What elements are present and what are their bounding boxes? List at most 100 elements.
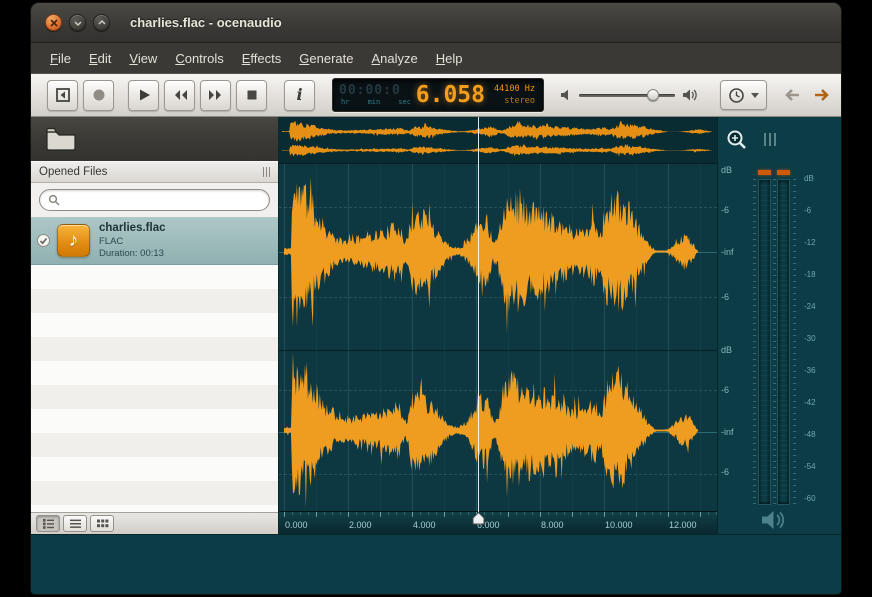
window-title: charlies.flac - ocenaudio (130, 15, 282, 30)
zoom-button[interactable] (725, 128, 749, 157)
window-controls (45, 14, 110, 31)
wave-scale-label: -inf (721, 247, 734, 257)
forward-arrow-icon (813, 88, 831, 102)
waveform-view[interactable] (279, 164, 717, 511)
time-display-left: 00:00:0 hr min sec (339, 81, 413, 109)
search-input[interactable] (65, 194, 261, 206)
wave-scale-label: -6 (721, 385, 729, 395)
view-list-button[interactable] (63, 515, 87, 532)
sidebar-view-toolbar (31, 512, 278, 534)
monitor-toggle[interactable] (760, 509, 788, 536)
meter-panel: dB -6 -inf -6 dB -6 -inf -6 dB -6 -12 -1… (717, 117, 841, 534)
ruler-label: 8.000 (541, 520, 564, 530)
menu-view[interactable]: View (120, 46, 166, 71)
time-format-button[interactable] (720, 80, 767, 110)
time-display: 00:00:0 hr min sec 6.058 44100 Hz stereo (332, 78, 544, 112)
wave-scale-label: -6 (721, 205, 729, 215)
record-button[interactable] (83, 80, 114, 111)
meter-scale-label: dB (804, 174, 814, 183)
unit-min: min (368, 98, 381, 106)
zoom-in-icon (725, 128, 749, 152)
titlebar[interactable]: charlies.flac - ocenaudio (31, 3, 841, 43)
playback-cursor[interactable] (478, 117, 479, 513)
opened-files-header[interactable]: Opened Files (31, 161, 278, 183)
volume-slider[interactable] (579, 94, 675, 97)
skip-to-start-button[interactable] (47, 80, 78, 111)
history-nav (779, 82, 835, 108)
menu-controls[interactable]: Controls (166, 46, 232, 71)
sample-rate: 44100 Hz (494, 84, 535, 94)
channel-mode: stereo (504, 96, 535, 106)
grid-view-icon (96, 518, 109, 529)
search-icon (48, 194, 60, 206)
playhead-marker[interactable] (472, 512, 485, 525)
file-name: charlies.flac (99, 221, 165, 236)
clip-indicator-right (777, 170, 790, 175)
menu-analyze[interactable]: Analyze (362, 46, 426, 71)
meter-scale-label: -18 (804, 270, 816, 279)
rewind-button[interactable] (164, 80, 195, 111)
sidebar-search-row (31, 183, 278, 217)
menu-effects[interactable]: Effects (233, 46, 291, 71)
time-units: hr min sec (339, 98, 413, 106)
unit-hr: hr (341, 98, 349, 106)
level-meter-left (758, 179, 771, 505)
waveform-overview[interactable] (279, 117, 717, 164)
file-duration: Duration: 00:13 (99, 248, 165, 260)
record-icon (91, 87, 107, 103)
view-grid-button[interactable] (90, 515, 114, 532)
info-button[interactable]: i (284, 80, 315, 111)
volume-high-icon (682, 88, 698, 102)
file-status-badge (37, 234, 50, 247)
wave-scale-label: -inf (721, 427, 734, 437)
dropdown-arrow-icon (751, 93, 759, 98)
view-details-button[interactable] (36, 515, 60, 532)
play-icon (136, 87, 152, 103)
volume-slider-handle[interactable] (647, 89, 659, 101)
clock-icon (728, 87, 745, 104)
meter-scale-label: -24 (804, 302, 816, 311)
play-button[interactable] (128, 80, 159, 111)
ruler-label: 0.000 (285, 520, 308, 530)
meter-scale-label: -30 (804, 334, 816, 343)
window-minimize-button[interactable] (69, 14, 86, 31)
window-close-button[interactable] (45, 14, 62, 31)
stop-button[interactable] (236, 80, 267, 111)
file-meta: charlies.flac FLAC Duration: 00:13 (99, 221, 165, 260)
skip-start-icon (54, 86, 72, 104)
ruler-label: 4.000 (413, 520, 436, 530)
menu-help[interactable]: Help (427, 46, 472, 71)
menu-generate[interactable]: Generate (290, 46, 362, 71)
fast-forward-button[interactable] (200, 80, 231, 111)
time-ruler[interactable]: 0.000 2.000 4.000 6.000 8.000 10.000 12.… (279, 511, 717, 534)
time-display-right: 44100 Hz stereo (485, 81, 537, 109)
folder-icon[interactable] (45, 127, 77, 151)
wave-scale-label: -6 (721, 467, 729, 477)
meter-scale-label: -6 (804, 206, 811, 215)
menu-edit[interactable]: Edit (80, 46, 120, 71)
app-window: charlies.flac - ocenaudio FileEditViewCo… (30, 2, 842, 595)
panel-grip-icon[interactable] (263, 167, 270, 177)
music-note-icon: ♪ (69, 230, 79, 252)
fast-forward-icon (207, 87, 225, 103)
back-button[interactable] (779, 82, 805, 108)
meter-ticks (793, 179, 796, 505)
file-item-selected[interactable]: ♪ charlies.flac FLAC Duration: 00:13 (31, 217, 278, 265)
sidebar-header (31, 117, 278, 161)
file-format: FLAC (99, 236, 165, 248)
sidebar: Opened Files ♪ (31, 117, 279, 534)
search-box[interactable] (39, 189, 270, 211)
forward-button[interactable] (809, 82, 835, 108)
audio-file-icon: ♪ (57, 224, 90, 257)
meter-ticks (773, 179, 776, 505)
window-maximize-button[interactable] (93, 14, 110, 31)
menubar: FileEditViewControlsEffectsGenerateAnaly… (31, 43, 841, 73)
ruler-label: 12.000 (669, 520, 697, 530)
meter-scale-label: -60 (804, 494, 816, 503)
ruler-label: 10.000 (605, 520, 633, 530)
close-icon (50, 19, 58, 27)
menu-file[interactable]: File (41, 46, 80, 71)
meter-scale-label: -12 (804, 238, 816, 247)
file-list[interactable]: ♪ charlies.flac FLAC Duration: 00:13 (31, 217, 278, 512)
meter-grip-icon[interactable] (764, 133, 776, 146)
